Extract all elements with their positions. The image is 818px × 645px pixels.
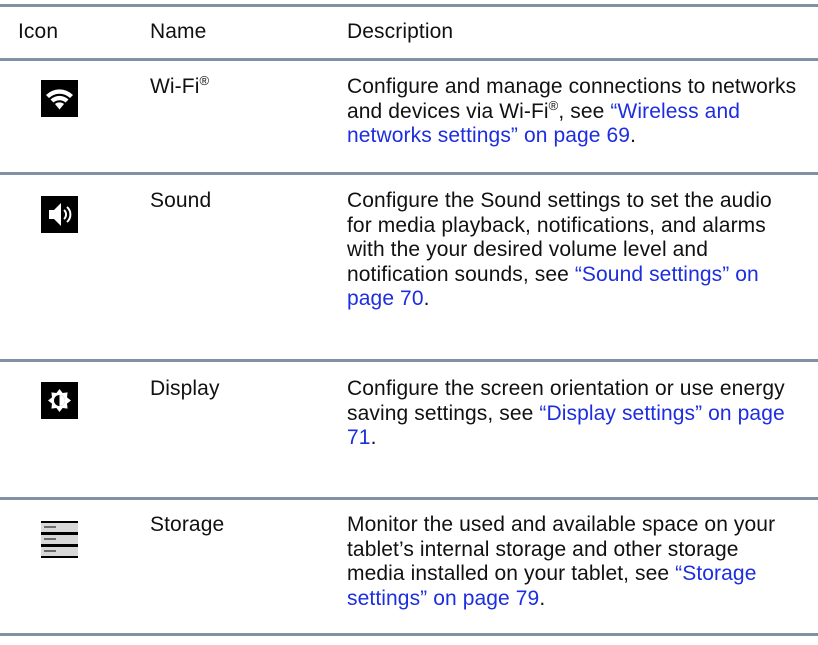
header-description: Description bbox=[347, 20, 454, 43]
row-divider bbox=[0, 497, 818, 500]
row-divider bbox=[0, 172, 818, 175]
table-top-rule bbox=[0, 4, 818, 7]
row-description-storage: Monitor the used and available space on … bbox=[347, 513, 802, 611]
row-name-display: Display bbox=[150, 377, 220, 400]
header-name: Name bbox=[150, 20, 207, 43]
registered-mark: ® bbox=[199, 73, 210, 88]
header-icon: Icon bbox=[18, 20, 59, 43]
row-name-text: Wi-Fi bbox=[150, 75, 200, 98]
row-name-sound: Sound bbox=[150, 189, 212, 212]
brightness-icon bbox=[41, 382, 78, 419]
description-end: . bbox=[539, 586, 546, 610]
row-divider bbox=[0, 359, 818, 362]
row-name-wifi: Wi-Fi® bbox=[150, 73, 210, 100]
description-text: , see bbox=[558, 99, 611, 123]
description-end: . bbox=[630, 124, 637, 147]
sound-icon bbox=[41, 196, 78, 233]
table-bottom-rule bbox=[0, 633, 818, 636]
storage-icon bbox=[41, 521, 78, 558]
row-description-display: Configure the screen orientation or use … bbox=[347, 377, 802, 451]
header-rule bbox=[0, 58, 818, 61]
row-name-storage: Storage bbox=[150, 513, 225, 536]
registered-mark: ® bbox=[548, 97, 559, 113]
row-description-sound: Configure the Sound settings to set the … bbox=[347, 189, 802, 312]
row-description-wifi: Configure and manage connections to netw… bbox=[347, 75, 802, 149]
description-end: . bbox=[370, 426, 377, 449]
description-end: . bbox=[423, 287, 430, 310]
wifi-icon bbox=[41, 80, 78, 117]
